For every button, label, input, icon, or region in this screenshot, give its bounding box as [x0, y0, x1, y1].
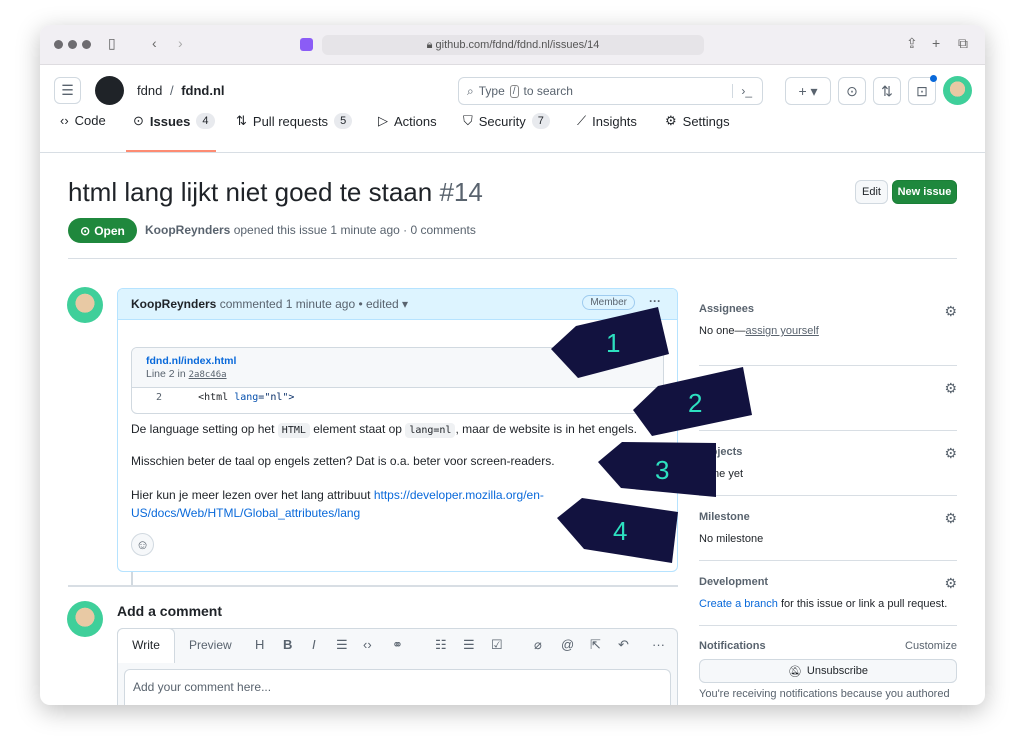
annotation-overlay — [551, 307, 752, 563]
annotation-number-1: 1 — [606, 328, 621, 358]
annotation-number-4: 4 — [613, 516, 628, 546]
annotation-number-2: 2 — [688, 388, 703, 418]
annotation-number-3: 3 — [655, 455, 670, 485]
